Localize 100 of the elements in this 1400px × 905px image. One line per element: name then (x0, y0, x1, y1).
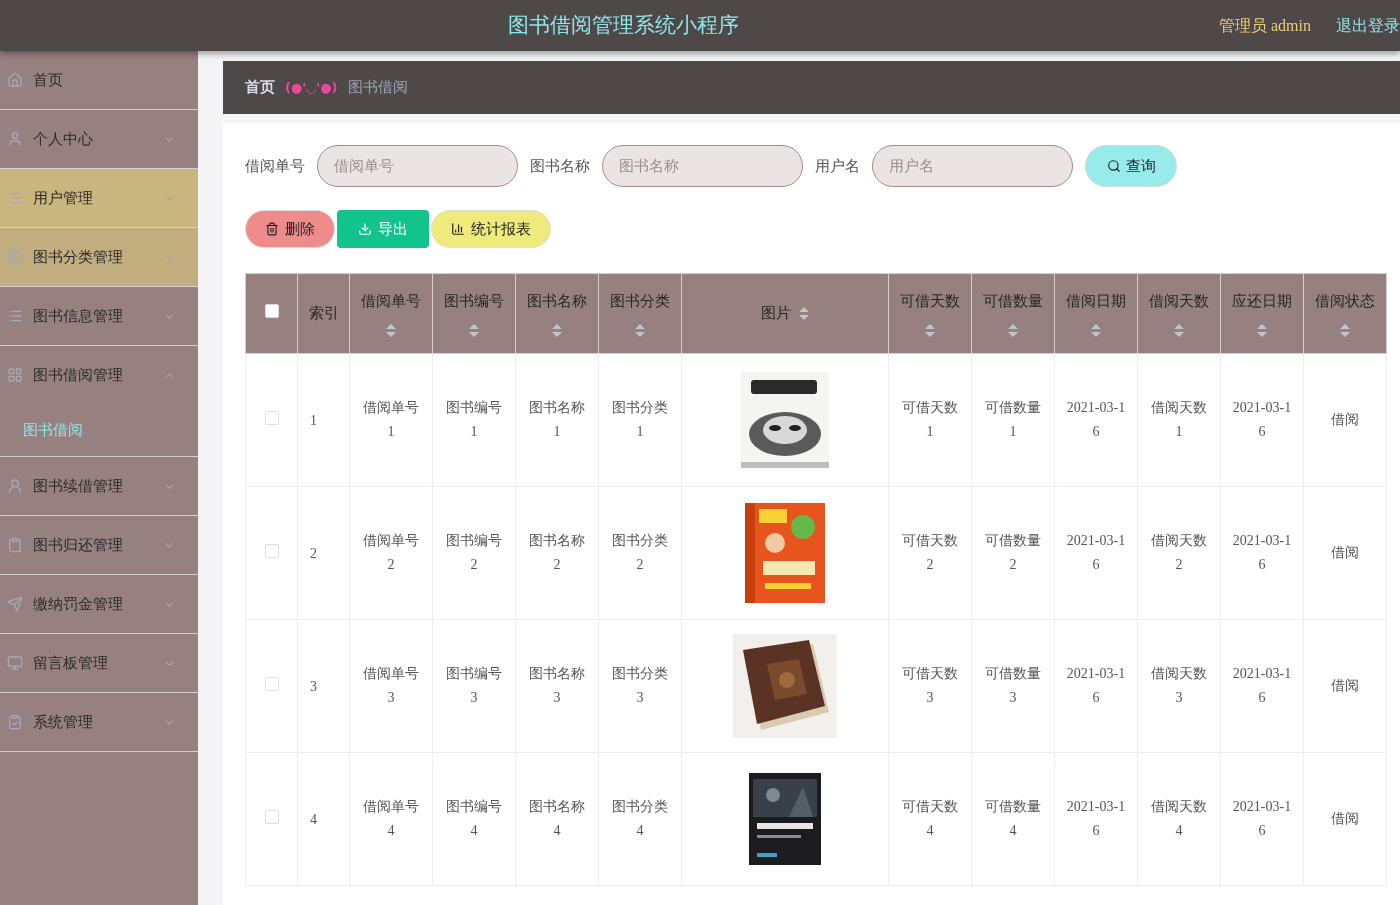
column-header[interactable]: 可借数量 (971, 273, 1055, 354)
column-header[interactable]: 借阅天数 (1137, 273, 1221, 354)
row-checkbox[interactable] (264, 410, 279, 425)
breadcrumb-home[interactable]: 首页 (245, 76, 275, 99)
row-checkbox[interactable] (264, 809, 279, 824)
sort-icon[interactable] (386, 324, 396, 338)
submenu-item[interactable]: 图书借阅 (0, 404, 198, 456)
trash-icon (265, 222, 279, 236)
list-icon (7, 190, 23, 206)
column-header[interactable]: 图书编号 (432, 273, 516, 354)
sidebar-item[interactable]: 用户管理 (0, 169, 198, 227)
sidebar-item[interactable]: 留言板管理 (0, 634, 198, 692)
sort-icon[interactable] (1008, 324, 1018, 338)
sidebar-item[interactable]: 首页 (0, 51, 198, 109)
sort-icon[interactable] (1091, 324, 1101, 338)
table-cell: 可借数量1 (971, 353, 1055, 487)
table-cell: 可借天数3 (888, 619, 972, 753)
table-cell: 4 (297, 752, 350, 886)
field-label: 借阅单号 (245, 156, 305, 176)
report-button[interactable]: 统计报表 (431, 210, 551, 248)
bar-chart-icon (451, 222, 465, 236)
row-checkbox[interactable] (264, 543, 279, 558)
table-cell: 借阅天数3 (1137, 619, 1221, 753)
table-cell: 图书编号1 (432, 353, 516, 487)
sidebar-item[interactable]: 图书分类管理 (0, 228, 198, 286)
table-cell: 2021-03-16 (1220, 619, 1304, 753)
table-cell: 借阅 (1303, 486, 1387, 620)
table-cell: 借阅单号2 (349, 486, 433, 620)
logout-link[interactable]: 退出登录 (1336, 13, 1400, 38)
table-cell: 2021-03-16 (1220, 486, 1304, 620)
table-cell: 图书编号2 (432, 486, 516, 620)
field-label: 图书名称 (530, 156, 590, 176)
sort-icon[interactable] (1257, 324, 1267, 338)
table-cell: 借阅单号4 (349, 752, 433, 886)
sidebar-item[interactable]: 缴纳罚金管理 (0, 575, 198, 633)
table-cell: 借阅 (1303, 353, 1387, 487)
clipboard-icon (7, 537, 23, 553)
row-checkbox[interactable] (264, 676, 279, 691)
search-field[interactable]: 用户名 (872, 145, 1073, 187)
table-cell: 借阅单号3 (349, 619, 433, 753)
search-button[interactable]: 查询 (1085, 145, 1177, 187)
sort-icon[interactable] (552, 324, 562, 338)
briefcase-icon (7, 249, 23, 265)
search-field[interactable]: 借阅单号 (317, 145, 518, 187)
table-cell: 可借数量2 (971, 486, 1055, 620)
breadcrumb-current: 图书借阅 (347, 78, 408, 98)
sidebar-item[interactable]: 图书续借管理 (0, 457, 198, 515)
table-cell: 2021-03-16 (1054, 752, 1138, 886)
sort-icon[interactable] (1174, 324, 1184, 338)
export-button[interactable]: 导出 (337, 210, 429, 248)
column-header[interactable]: 借阅日期 (1054, 273, 1138, 354)
admin-user: 管理员 admin (1219, 15, 1311, 36)
table-cell: 借阅 (1303, 619, 1387, 753)
table-cell: 图书编号3 (432, 619, 516, 753)
table-cell: 2 (297, 486, 350, 620)
table-cell: 可借天数2 (888, 486, 972, 620)
sidebar-item[interactable]: 系统管理 (0, 693, 198, 751)
table-cell: 图书编号4 (432, 752, 516, 886)
column-header[interactable]: 图书分类 (598, 273, 682, 354)
download-icon (358, 222, 372, 236)
table-cell: 2021-03-16 (1220, 353, 1304, 487)
column-header[interactable]: 应还日期 (1220, 273, 1304, 354)
search-icon (1106, 159, 1121, 173)
table-cell: 可借数量4 (971, 752, 1055, 886)
sidebar-item[interactable]: 个人中心 (0, 110, 198, 168)
sort-icon[interactable] (799, 307, 809, 320)
column-header[interactable]: 借阅状态 (1303, 273, 1387, 354)
sort-icon[interactable] (925, 324, 935, 338)
table-cell: 图书分类2 (598, 486, 682, 620)
table-cell: 图书分类3 (598, 619, 682, 753)
select-all-checkbox[interactable] (264, 304, 279, 319)
table-cell: 图书名称2 (515, 486, 599, 620)
app-title: 图书借阅管理系统小程序 (508, 11, 739, 39)
table-cell: 借阅 (1303, 752, 1387, 886)
table-cell: 借阅天数1 (1137, 353, 1221, 487)
sort-icon[interactable] (469, 324, 479, 338)
table-cell: 借阅单号1 (349, 353, 433, 487)
sidebar-item[interactable]: 图书归还管理 (0, 516, 198, 574)
delete-button[interactable]: 删除 (245, 210, 335, 248)
table-cell: 借阅天数4 (1137, 752, 1221, 886)
breadcrumb-separator: (●'◡'●) (285, 78, 338, 97)
sort-icon[interactable] (1340, 324, 1350, 338)
table-cell: 3 (297, 619, 350, 753)
table-cell: 2021-03-16 (1054, 353, 1138, 487)
table-cell: 图书名称4 (515, 752, 599, 886)
column-header[interactable]: 图书名称 (515, 273, 599, 354)
column-header[interactable] (245, 273, 298, 354)
sidebar-item[interactable]: 图书借阅管理 (0, 346, 198, 404)
field-label: 用户名 (815, 156, 860, 176)
column-header[interactable]: 图片 (681, 273, 889, 354)
clipboard-check-icon (7, 714, 23, 730)
sidebar-item[interactable]: 图书信息管理 (0, 287, 198, 345)
monitor-icon (7, 655, 23, 671)
table-cell: 图书分类1 (598, 353, 682, 487)
table-cell: 图书名称1 (515, 353, 599, 487)
sort-icon[interactable] (635, 324, 645, 338)
column-header[interactable]: 可借天数 (888, 273, 972, 354)
search-field[interactable]: 图书名称 (602, 145, 803, 187)
send-icon (7, 596, 23, 612)
column-header[interactable]: 借阅单号 (349, 273, 433, 354)
